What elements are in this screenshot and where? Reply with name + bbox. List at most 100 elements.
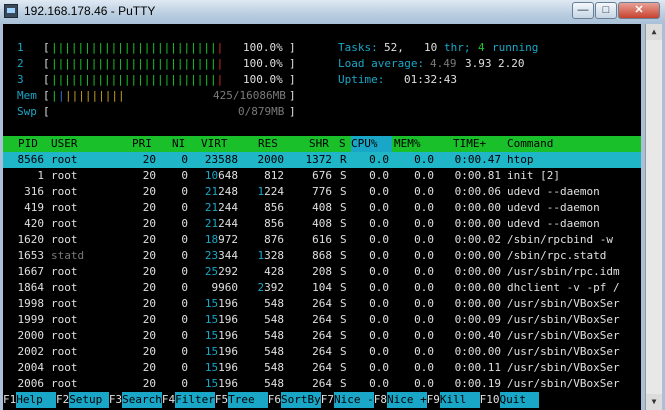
function-key-label[interactable]: Quit (499, 392, 540, 408)
priority-cell: 20 (142, 329, 156, 342)
close-button[interactable]: ✕ (618, 2, 660, 19)
process-row[interactable]: 1864 root 20 0 9960 2392 104 S 0.0 0.0 0:00.00 dhcl… (3, 280, 641, 296)
process-row[interactable]: 420 root 20 0 21244 856 408 S 0.0 0.0 0:00.00 udevd… (3, 216, 641, 232)
column-header-ni[interactable]: NI (172, 136, 185, 152)
scroll-up-arrow-icon[interactable]: ▲ (646, 24, 662, 40)
res-cell-low: 224 (264, 185, 284, 198)
process-row[interactable]: 1667 root 20 0 25292 428 208 S 0.0 0.0 0:00.00/usr… (3, 264, 641, 280)
process-row[interactable]: 1653 statd 20 0 23344 1328 868 S 0.0 0.0 0:00.00/s… (3, 248, 641, 264)
process-row[interactable]: 2004 root 20 0 15196 548 264 S 0.0 0.0 0:00.11/usr… (3, 360, 641, 376)
virt-cell: 9960 (212, 280, 239, 296)
function-key-f2[interactable]: F2 (56, 392, 69, 408)
nice-cell: 0 (181, 345, 188, 358)
function-key-f1[interactable]: F1 (3, 392, 16, 408)
column-header-cpu-sorted[interactable]: CPU% (351, 136, 392, 152)
column-header-pri[interactable]: PRI (132, 136, 152, 152)
process-row[interactable]: 1 root 20 0 10648 812 676 S 0.0 0.0 0:00.81 init [2… (3, 168, 641, 184)
cpu-meter-percent: 100.0% (243, 41, 283, 54)
column-header-user[interactable]: USER (51, 136, 78, 152)
window-titlebar[interactable]: 192.168.178.46 - PuTTY — □ ✕ (0, 0, 665, 24)
function-key-f7[interactable]: F7 (321, 392, 334, 408)
process-table-header[interactable]: PID USER PRI NI VIRT RES SHR S CPU% MEM%… (3, 136, 641, 152)
function-key-label[interactable]: Search (122, 392, 162, 408)
virt-cell-high: 15 (204, 297, 219, 310)
process-row[interactable]: 1620 root 20 0 18972 876 616 S 0.0 0.0 0:00.02/sbi… (3, 232, 641, 248)
column-header-command[interactable]: Command (507, 136, 553, 152)
function-key-f8[interactable]: F8 (374, 392, 387, 408)
process-row[interactable]: 2000 root 20 0 15196 548 264 S 0.0 0.0 0:00.40/usr… (3, 328, 641, 344)
function-key-label[interactable]: SortBy (281, 392, 321, 408)
function-key-label[interactable]: Tree (228, 392, 268, 408)
state-cell: S (340, 233, 347, 246)
user-cell: root (51, 185, 78, 198)
res-cell: 428 (264, 264, 284, 280)
mem-cell: 0.0 (414, 169, 434, 182)
running-label: running (492, 41, 539, 54)
process-row[interactable]: 2002 root 20 0 15196 548 264 S 0.0 0.0 0:00.00/usr… (3, 344, 641, 360)
function-key-bar[interactable]: F1 Help F2 Setup F3 Search F4 Filter F5 Tree F6… (3, 392, 641, 408)
shr-cell: 264 (312, 361, 332, 374)
shr-cell: 1372 (305, 153, 333, 166)
pid-cell: 1998 (17, 297, 45, 310)
time-cell: 0:00.47 (454, 153, 501, 166)
putty-app-icon[interactable] (4, 4, 18, 18)
function-key-f3[interactable]: F3 (109, 392, 122, 408)
function-key-label[interactable]: Filter (175, 392, 215, 408)
function-key-label[interactable]: Help (16, 392, 56, 408)
maximize-button[interactable]: □ (595, 2, 617, 19)
function-key-label[interactable]: Nice - (334, 392, 374, 408)
column-header-time[interactable]: TIME+ (453, 136, 486, 152)
cpu-cell: 0.0 (369, 249, 389, 262)
column-header-pid[interactable]: PID (18, 136, 38, 152)
column-header-res[interactable]: RES (258, 136, 278, 152)
column-header-shr[interactable]: SHR (309, 136, 329, 152)
process-row[interactable]: 316 root 20 0 21248 1224 776 S 0.0 0.0 0:00.06 udev… (3, 184, 641, 200)
res-cell-low: 428 (264, 265, 284, 278)
state-cell: S (340, 281, 347, 294)
time-cell: 0:00.81 (454, 169, 501, 182)
process-row[interactable]: 2006 root 20 0 15196 548 264 S 0.0 0.0 0:00.19/usr… (3, 376, 641, 392)
pid-cell: 1653 (17, 249, 45, 262)
threads-label: thr; (444, 41, 471, 54)
function-key-f5[interactable]: F5 (215, 392, 228, 408)
column-header-mem[interactable]: MEM% (394, 136, 421, 152)
command-cell: /usr/sbin/VBoxSer (507, 361, 620, 374)
mem-cell: 0.0 (414, 233, 434, 246)
function-key-f10[interactable]: F10 (480, 392, 500, 408)
command-cell: htop (507, 153, 534, 166)
memory-meter: Mem [ | | ||||||||| 425/16086MB ] (3, 88, 641, 104)
column-header-virt[interactable]: VIRT (201, 136, 228, 152)
pid-cell: 1999 (17, 313, 45, 326)
process-row[interactable]: 1999 root 20 0 15196 548 264 S 0.0 0.0 0:00.09/usr… (3, 312, 641, 328)
res-cell-low: 548 (264, 329, 284, 342)
function-key-label[interactable]: Nice + (386, 392, 427, 408)
terminal-scrollbar[interactable]: ▲ ▼ (645, 24, 662, 410)
virt-cell-high: 15 (204, 345, 219, 358)
function-key-f9[interactable]: F9 (427, 392, 440, 408)
column-header-state[interactable]: S (339, 136, 346, 152)
terminal-screen[interactable]: 1 [ |||||||||||||||||||||||||| 100.0% ] … (3, 24, 641, 410)
mem-cell: 0.0 (414, 265, 434, 278)
virt-cell-low: 344 (218, 249, 238, 262)
minimize-button[interactable]: — (572, 2, 594, 19)
function-key-label[interactable]: Setup (69, 392, 109, 408)
meter-close-bracket: ] (289, 105, 296, 118)
function-key-f4[interactable]: F4 (162, 392, 175, 408)
scroll-down-arrow-icon[interactable]: ▼ (646, 394, 662, 410)
user-cell: root (51, 217, 78, 230)
tasks-summary: Tasks: 52, 10 thr; 4 running (338, 40, 638, 56)
res-cell-low: 392 (264, 281, 284, 294)
res-cell-low: 548 (264, 297, 284, 310)
process-row[interactable]: 8566 root 20 0 23588 2000 1372 R 0.0 0.0 0:00.47 ht… (3, 152, 641, 168)
cpu-meter-label: 1 (17, 41, 24, 54)
function-key-label[interactable]: Kill (439, 392, 480, 408)
state-cell: S (340, 329, 347, 342)
virt-cell-low: 9960 (211, 281, 239, 294)
virt-cell: 18972 (205, 232, 238, 248)
priority-cell: 20 (142, 169, 156, 182)
function-key-f6[interactable]: F6 (268, 392, 281, 408)
nice-cell: 0 (181, 329, 188, 342)
user-cell: root (51, 329, 78, 342)
process-row[interactable]: 1998 root 20 0 15196 548 264 S 0.0 0.0 0:00.00/usr… (3, 296, 641, 312)
process-row[interactable]: 419 root 20 0 21244 856 408 S 0.0 0.0 0:00.00 udevd… (3, 200, 641, 216)
